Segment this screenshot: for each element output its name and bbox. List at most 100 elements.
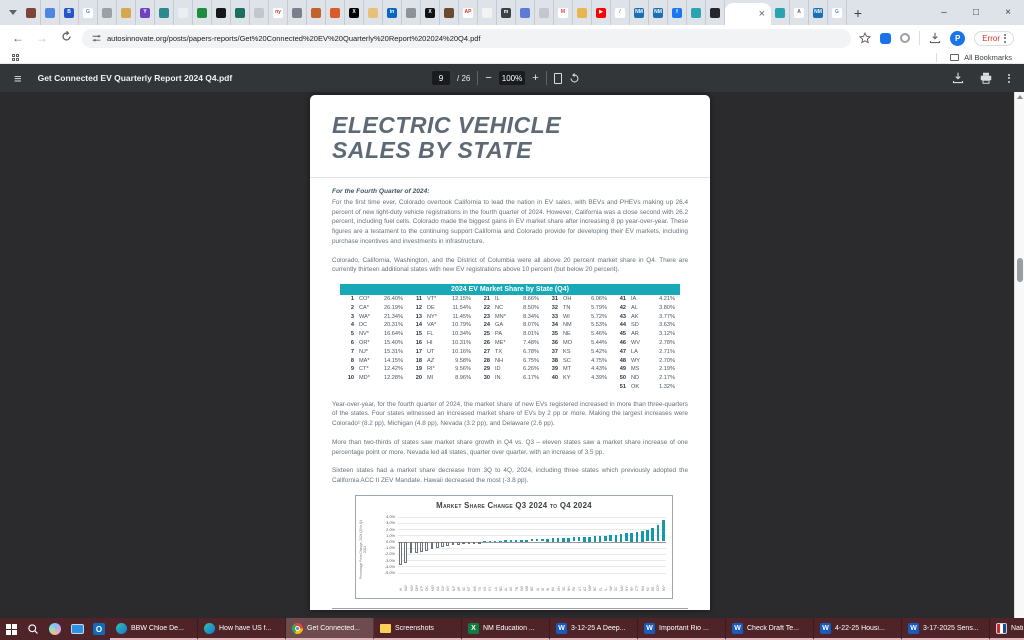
pdf-download-icon[interactable] <box>952 72 964 84</box>
chart-bar <box>657 525 660 541</box>
pinned-tab[interactable] <box>402 0 421 25</box>
extension-ring-icon[interactable] <box>900 33 910 43</box>
profile-avatar[interactable]: P <box>950 31 965 46</box>
pinned-tab[interactable]: AP <box>459 0 478 25</box>
pinned-tab[interactable] <box>326 0 345 25</box>
pinned-tab[interactable] <box>440 0 459 25</box>
pinned-tab[interactable] <box>687 0 706 25</box>
taskbar-app-3-17-2025-sens-[interactable]: W3-17-2025 Sens... <box>902 618 990 640</box>
forward-icon[interactable]: → <box>34 31 50 45</box>
outlook-button[interactable]: O <box>88 618 110 640</box>
taskbar-app-check-draft-te-[interactable]: WCheck Draft Te... <box>726 618 814 640</box>
page-number-input[interactable]: 9 <box>432 71 450 85</box>
pinned-tab[interactable]: B <box>60 0 79 25</box>
chart-bar <box>536 539 539 541</box>
taskbar-app-bbw-chloe-de-[interactable]: BBW Chloe De... <box>110 618 198 640</box>
taskbar-app-4-22-25-housi-[interactable]: W4-22-25 Housi... <box>814 618 902 640</box>
pinned-tab[interactable] <box>193 0 212 25</box>
site-settings-icon[interactable] <box>92 34 101 43</box>
pinned-tab[interactable] <box>288 0 307 25</box>
state-abbr: WI <box>561 313 588 322</box>
download-icon[interactable] <box>929 32 941 44</box>
pinned-tab[interactable] <box>22 0 41 25</box>
favicon: G <box>832 8 842 18</box>
pinned-tab[interactable]: A <box>790 0 809 25</box>
pinned-tab[interactable] <box>250 0 269 25</box>
reload-icon[interactable] <box>58 31 74 45</box>
minimize-button[interactable]: – <box>928 0 960 25</box>
zoom-level[interactable]: 100% <box>499 71 525 85</box>
pinned-tab[interactable]: X <box>421 0 440 25</box>
pinned-tab[interactable]: M <box>554 0 573 25</box>
chart-bar <box>630 533 633 542</box>
search-button[interactable] <box>22 618 44 640</box>
scrollbar[interactable] <box>1014 92 1024 618</box>
pinned-tab[interactable] <box>231 0 250 25</box>
copilot-button[interactable] <box>44 618 66 640</box>
pinned-tab[interactable]: NM <box>649 0 668 25</box>
taskbar-app-label: 4-22-25 Housi... <box>835 625 885 632</box>
pinned-tab[interactable] <box>706 0 725 25</box>
print-icon[interactable] <box>980 72 992 84</box>
bookmark-star-icon[interactable] <box>859 32 871 44</box>
pinned-tab[interactable]: X <box>345 0 364 25</box>
maximize-button[interactable]: □ <box>960 0 992 25</box>
taskbar-app-important-rio-[interactable]: WImportant Rio ... <box>638 618 726 640</box>
pinned-tab[interactable]: G <box>828 0 847 25</box>
pinned-tab[interactable]: NM <box>809 0 828 25</box>
pinned-tab[interactable] <box>364 0 383 25</box>
pinned-tab[interactable]: NM <box>630 0 649 25</box>
taskbar-app-3-12-25-a-deep-[interactable]: W3-12-25 A Deep... <box>550 618 638 640</box>
tab-close-icon[interactable]: × <box>759 9 765 20</box>
pinned-tab[interactable] <box>117 0 136 25</box>
pinned-tab[interactable]: m <box>497 0 516 25</box>
pdf-kebab-icon[interactable] <box>1008 74 1010 83</box>
pinned-tab[interactable] <box>573 0 592 25</box>
taskbar-app-how-have-us-f-[interactable]: How have US f... <box>198 618 286 640</box>
pinned-tab[interactable]: ▶ <box>592 0 611 25</box>
x-tick-label: AL <box>504 587 508 591</box>
pinned-tab[interactable]: Y <box>136 0 155 25</box>
active-tab[interactable]: × <box>725 3 771 25</box>
pinned-tab[interactable]: G <box>79 0 98 25</box>
zoom-out-button[interactable]: − <box>485 72 491 84</box>
pinned-tab[interactable]: / <box>611 0 630 25</box>
pinned-tab[interactable]: in <box>383 0 402 25</box>
tab-groups-icon[interactable] <box>12 54 19 61</box>
pinned-tab[interactable] <box>155 0 174 25</box>
state-share: 12.42% <box>384 365 408 374</box>
taskbar-app-get-connected-[interactable]: Get Connected... <box>286 618 374 640</box>
back-icon[interactable]: ← <box>10 31 26 45</box>
pinned-tab[interactable] <box>478 0 497 25</box>
pinned-tab[interactable] <box>174 0 193 25</box>
pdf-menu-icon[interactable]: ≡ <box>14 71 22 86</box>
rotate-icon[interactable] <box>569 73 580 84</box>
all-bookmarks-button[interactable]: All Bookmarks <box>936 53 1012 62</box>
chart-bar <box>478 542 481 544</box>
pinned-tab[interactable] <box>535 0 554 25</box>
extension-icon[interactable] <box>880 33 891 44</box>
start-button[interactable] <box>0 618 22 640</box>
fit-page-icon[interactable] <box>554 73 562 84</box>
taskbar-app-nm-education-[interactable]: XNM Education ... <box>462 618 550 640</box>
new-tab-button[interactable]: + <box>847 2 869 24</box>
pinned-tab[interactable] <box>771 0 790 25</box>
pinned-tab[interactable] <box>41 0 60 25</box>
url-bar[interactable]: autosinnovate.org/posts/papers-reports/G… <box>82 29 851 48</box>
taskbar-app-nati-[interactable]: Nati... <box>990 618 1024 640</box>
pinned-tab[interactable] <box>307 0 326 25</box>
pinned-tab[interactable] <box>212 0 231 25</box>
pinned-tab[interactable]: f <box>668 0 687 25</box>
tab-search-button[interactable] <box>4 4 22 22</box>
pinned-tab[interactable] <box>516 0 535 25</box>
pinned-tab[interactable]: ny <box>269 0 288 25</box>
close-button[interactable]: × <box>992 0 1024 25</box>
error-menu-button[interactable]: Error <box>974 31 1014 46</box>
display-button[interactable] <box>66 618 88 640</box>
taskbar-app-screenshots[interactable]: Screenshots <box>374 618 462 640</box>
scrollbar-up-icon[interactable] <box>1017 95 1023 99</box>
chart-bar <box>425 542 428 551</box>
scrollbar-thumb[interactable] <box>1017 258 1023 282</box>
pinned-tab[interactable] <box>98 0 117 25</box>
zoom-in-button[interactable]: + <box>532 72 538 84</box>
